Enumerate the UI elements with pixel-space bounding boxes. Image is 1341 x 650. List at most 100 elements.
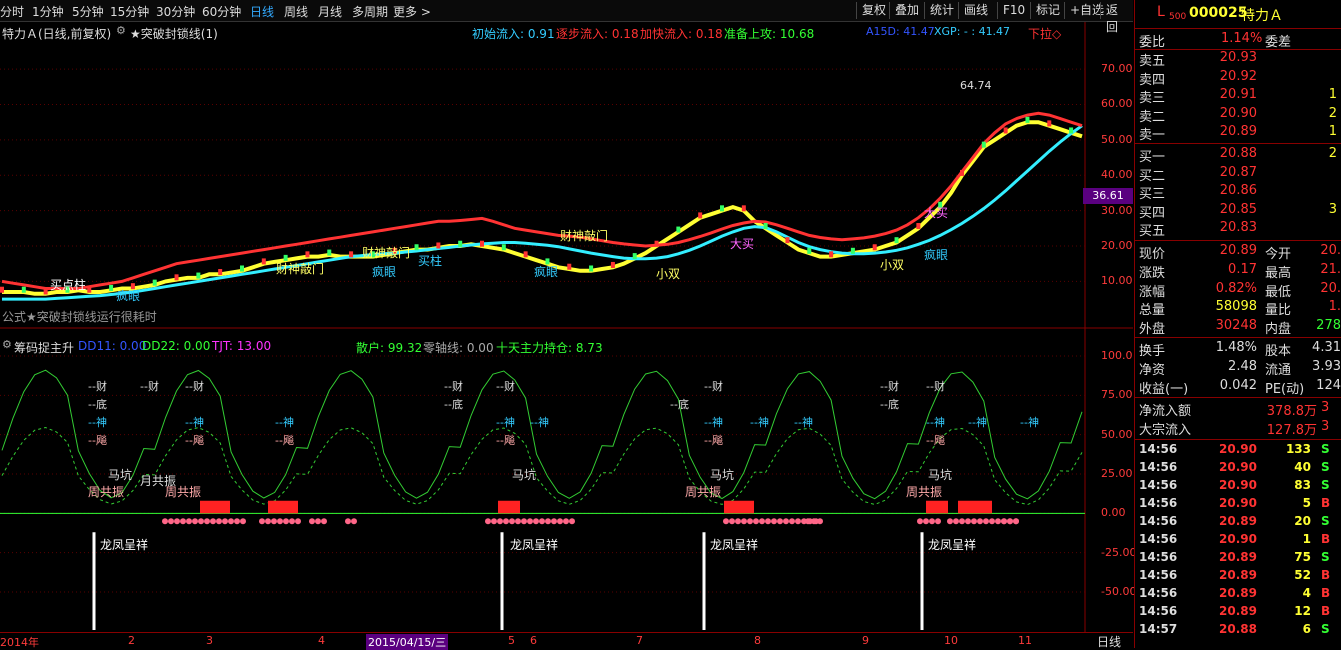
toolbar-button-1[interactable]: 叠加: [889, 2, 924, 19]
tick-row[interactable]: 14:57 20.88 6 S: [1135, 622, 1341, 640]
sub-tick: -25.00: [1101, 545, 1137, 559]
tick-row[interactable]: 14:56 20.89 52 B: [1135, 568, 1341, 586]
stat-label: 量比: [1265, 303, 1292, 319]
tick-row[interactable]: 14:56 20.89 4 B: [1135, 586, 1341, 604]
signal-shen: --神: [496, 416, 515, 429]
indicator-name[interactable]: ★突破封锁线(1): [130, 25, 218, 42]
volume-bar: [200, 500, 230, 514]
signal-biao: --飚: [926, 434, 945, 447]
signal-cai: --财: [140, 380, 159, 393]
ask-row: 卖一 20.89 1: [1135, 124, 1341, 143]
signal-cai: --财: [88, 380, 107, 393]
period-tab-1[interactable]: 1分钟: [32, 3, 64, 20]
dropdown-toggle[interactable]: 下拉◇: [1028, 25, 1061, 42]
sub-tick: 0.00: [1101, 506, 1126, 520]
candle: [458, 240, 463, 247]
tick-volume: 12: [1294, 604, 1311, 618]
tick-row[interactable]: 14:56 20.89 20 S: [1135, 514, 1341, 532]
period-tab-0[interactable]: 分时: [0, 3, 24, 20]
indicator-value-0: 初始流入: 0.91: [472, 27, 555, 41]
tick-side: B: [1321, 568, 1331, 582]
stat-value: 20.89: [1219, 243, 1257, 258]
heart-marker: [735, 518, 741, 525]
tick-row[interactable]: 14:56 20.90 40 S: [1135, 460, 1341, 478]
candle: [0, 286, 4, 293]
stat-value: 21.: [1320, 261, 1341, 277]
toolbar-button-0[interactable]: 复权: [856, 2, 891, 19]
candle: [196, 272, 201, 279]
candle: [676, 226, 681, 233]
toolbar-button-2[interactable]: 统计: [924, 2, 959, 19]
signal-shen: --神: [185, 416, 204, 429]
subchart-settings-icon[interactable]: ⚙: [2, 338, 12, 351]
period-tab-6[interactable]: 日线: [250, 3, 274, 20]
stat-row: 收益(一) 0.042 PE(动) 124: [1135, 378, 1341, 397]
sub-tick: 25.00: [1101, 467, 1133, 480]
candle: [872, 244, 877, 251]
heart-marker: [977, 518, 983, 525]
tick-side: S: [1321, 478, 1330, 492]
stock-code: 000025: [1189, 5, 1248, 21]
tick-price: 20.90: [1219, 460, 1257, 474]
candle: [567, 263, 572, 270]
tick-row[interactable]: 14:56 20.90 5 B: [1135, 496, 1341, 514]
heart-marker: [216, 518, 222, 525]
heart-marker: [186, 518, 192, 525]
candle: [523, 251, 528, 258]
heart-marker: [947, 518, 953, 525]
bid-price: 20.88: [1219, 146, 1257, 161]
period-tab-5[interactable]: 60分钟: [202, 3, 241, 20]
heart-marker: [989, 518, 995, 525]
quote-header: L 500 000025 特力Ａ: [1135, 4, 1341, 26]
ask-price: 20.91: [1219, 87, 1257, 102]
period-tab-4[interactable]: 30分钟: [156, 3, 195, 20]
tick-row[interactable]: 14:56 20.89 12 B: [1135, 604, 1341, 622]
signal-long_feng: 龙凤呈祥: [710, 538, 759, 552]
chart-area[interactable]: 特力Ａ(日线,前复权) ⚙ ★突破封锁线(1) 初始流入: 0.91 逐步流入: …: [0, 22, 1137, 650]
flow-label: 大宗流入: [1139, 423, 1192, 438]
period-tab-7[interactable]: 周线: [284, 3, 308, 20]
toolbar-button-5[interactable]: 标记: [1030, 2, 1065, 19]
toolbar-button-7[interactable]: 返回: [1100, 2, 1133, 34]
period-tab-3[interactable]: 15分钟: [110, 3, 149, 20]
annotation-fengyan: 疯眼: [924, 248, 949, 262]
tick-row[interactable]: 14:56 20.89 75 S: [1135, 550, 1341, 568]
signal-shen: --神: [704, 416, 723, 429]
period-tab-2[interactable]: 5分钟: [72, 3, 104, 20]
toolbar-button-3[interactable]: 画线: [958, 2, 993, 19]
tick-side: S: [1321, 442, 1330, 456]
signal-zhou_gong_zhen: 周共振: [88, 485, 125, 499]
candle: [43, 288, 48, 295]
signal-ma_keng: 马坑: [928, 468, 953, 482]
stat-value: 278: [1316, 318, 1341, 334]
sub-value-1: DD22: 0.00: [142, 339, 211, 353]
heart-marker: [295, 518, 301, 525]
heart-marker: [811, 518, 817, 525]
main-chart-svg[interactable]: [0, 22, 1133, 648]
heart-marker: [168, 518, 174, 525]
heart-marker: [1001, 518, 1007, 525]
period-tab-10[interactable]: 更多 >: [393, 3, 431, 20]
subchart-name[interactable]: 筹码捉主升: [14, 339, 74, 356]
tick-side: S: [1321, 550, 1330, 564]
bid-row: 买三 20.86: [1135, 183, 1341, 202]
ask-price: 20.92: [1219, 68, 1257, 84]
price-tick: 20.00: [1101, 239, 1133, 253]
heart-marker: [723, 518, 729, 525]
tick-row[interactable]: 14:56 20.90 133 S: [1135, 442, 1341, 460]
tick-time: 14:56: [1139, 460, 1178, 474]
heart-marker: [771, 518, 777, 525]
heart-marker: [309, 518, 315, 525]
signal-di: --底: [670, 398, 689, 411]
indicator-settings-icon[interactable]: ⚙: [116, 24, 126, 37]
stat-value: 1.48%: [1215, 340, 1257, 355]
tick-price: 20.89: [1219, 514, 1257, 528]
period-tab-8[interactable]: 月线: [318, 3, 342, 20]
toolbar-button-4[interactable]: F10: [997, 2, 1030, 19]
sub-tick: 100.0: [1101, 349, 1133, 362]
period-tab-9[interactable]: 多周期: [352, 3, 388, 20]
annotation-maizhu: 买柱: [418, 254, 443, 268]
date-label: 8: [754, 634, 761, 647]
tick-row[interactable]: 14:56 20.90 83 S: [1135, 478, 1341, 496]
tick-row[interactable]: 14:56 20.90 1 B: [1135, 532, 1341, 550]
